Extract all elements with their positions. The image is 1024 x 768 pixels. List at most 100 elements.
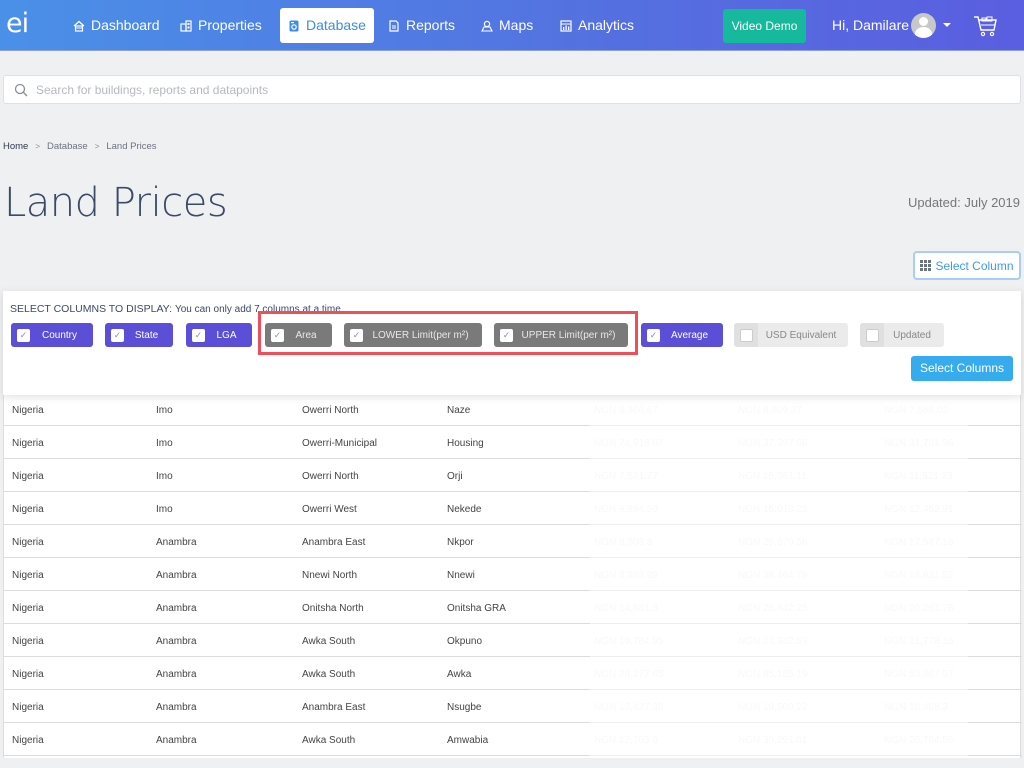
cart-icon[interactable] bbox=[972, 13, 998, 39]
nav-analytics[interactable]: Analytics bbox=[552, 8, 642, 43]
column-chip-state[interactable]: ✓ State bbox=[105, 323, 173, 347]
cell-average: NGN 20,764.56 bbox=[884, 735, 954, 746]
chip-label: Average bbox=[670, 329, 709, 341]
table-row[interactable]: Nigeria Imo Owerri West Nekede NGN 9,894.59 N… bbox=[4, 492, 1022, 525]
checkbox-wrapper bbox=[734, 323, 758, 347]
breadcrumb: Home > Database > Land Prices bbox=[3, 141, 157, 152]
cell-average: NGN 16,468.3 bbox=[884, 702, 948, 713]
column-chip-average[interactable]: ✓ Average bbox=[641, 323, 723, 347]
nav-reports[interactable]: Reports bbox=[380, 8, 463, 43]
user-greeting[interactable]: Hi, Damilare bbox=[832, 17, 909, 33]
chip-label: LGA bbox=[216, 329, 237, 341]
cell-country: Nigeria bbox=[12, 471, 44, 482]
cell-upper-limit: NGN 37,397.66 bbox=[738, 438, 808, 449]
checkbox-wrapper bbox=[860, 323, 884, 347]
nav-reports-label: Reports bbox=[406, 17, 456, 33]
checkbox-checked-icon[interactable]: ✓ bbox=[17, 328, 30, 342]
video-demo-button[interactable]: Video Demo bbox=[723, 9, 806, 43]
cell-state: Imo bbox=[156, 438, 173, 449]
cell-country: Nigeria bbox=[12, 735, 44, 746]
checkbox-checked-icon[interactable]: ✓ bbox=[350, 328, 363, 342]
checkbox-checked-icon[interactable]: ✓ bbox=[500, 328, 513, 342]
cell-country: Nigeria bbox=[12, 603, 44, 614]
column-chip-area[interactable]: ✓ Area bbox=[265, 323, 332, 347]
land-prices-table: Nigeria Imo Owerri North Naze NGN 6,366.67 NG… bbox=[3, 393, 1022, 758]
cell-area: Onitsha GRA bbox=[447, 603, 506, 614]
checkbox-checked-icon[interactable]: ✓ bbox=[647, 328, 660, 342]
chevron-down-icon[interactable] bbox=[943, 23, 951, 27]
cell-upper-limit: NGN 30,291.01 bbox=[738, 735, 808, 746]
column-chip-lower-limit[interactable]: ✓ LOWER Limit(per m²) bbox=[344, 323, 482, 347]
checkbox-unchecked-icon[interactable] bbox=[739, 328, 753, 342]
home-icon bbox=[73, 20, 85, 32]
checkbox-unchecked-icon[interactable] bbox=[865, 328, 879, 342]
chip-label: Country bbox=[41, 329, 77, 341]
table-row[interactable]: Nigeria Anambra Awka South Awka NGN 28,277.6… bbox=[4, 657, 1022, 690]
avatar[interactable] bbox=[911, 13, 936, 38]
cell-state: Imo bbox=[156, 405, 173, 416]
column-selector-panel: SELECT COLUMNS TO DISPLAY: You can only … bbox=[3, 291, 1021, 395]
cell-average: NGN 31,701.96 bbox=[884, 438, 954, 449]
cell-average: NGN 53,667.97 bbox=[884, 669, 954, 680]
table-row[interactable]: Nigeria Imo Owerri North Naze NGN 6,366.67 NG… bbox=[4, 393, 1022, 426]
checkbox-checked-icon[interactable]: ✓ bbox=[271, 328, 284, 342]
select-column-label: Select Column bbox=[935, 258, 1014, 273]
database-icon bbox=[288, 20, 300, 32]
chip-label: Area bbox=[295, 329, 317, 341]
select-columns-submit-button[interactable]: Select Columns bbox=[911, 356, 1013, 381]
cell-lower-limit: NGN 9,894.59 bbox=[594, 504, 658, 515]
chip-label: UPPER Limit(per m²) bbox=[521, 329, 616, 341]
cell-country: Nigeria bbox=[12, 537, 44, 548]
cell-upper-limit: NGN 26,670.56 bbox=[738, 537, 808, 548]
document-icon bbox=[388, 19, 400, 32]
table-row[interactable]: Nigeria Anambra Anambra East Nsugbe NGN 13,4… bbox=[4, 690, 1022, 723]
checkbox-checked-icon[interactable]: ✓ bbox=[192, 328, 205, 342]
table-row[interactable]: Nigeria Anambra Awka South Amwabia NGN 12,70… bbox=[4, 723, 1022, 756]
nav-maps-label: Maps bbox=[499, 17, 534, 33]
search-input[interactable] bbox=[36, 80, 936, 100]
cell-country: Nigeria bbox=[12, 669, 44, 680]
cell-lower-limit: NGN 6,983.99 bbox=[594, 570, 658, 581]
column-chip-updated[interactable]: Updated bbox=[860, 323, 944, 347]
nav-database[interactable]: Database bbox=[280, 8, 374, 43]
breadcrumb-database[interactable]: Database bbox=[47, 141, 88, 152]
cell-lga: Awka South bbox=[302, 669, 356, 680]
select-column-button[interactable]: Select Column bbox=[913, 251, 1021, 280]
chip-label: USD Equivalent bbox=[765, 329, 837, 341]
cell-lga: Awka South bbox=[302, 735, 356, 746]
breadcrumb-separator: > bbox=[35, 142, 41, 151]
cell-upper-limit: NGN 15,361.11 bbox=[738, 471, 807, 482]
column-chip-usd-equivalent[interactable]: USD Equivalent bbox=[734, 323, 848, 347]
cell-lga: Awka South bbox=[302, 636, 356, 647]
cell-lower-limit: NGN 19,784.95 bbox=[594, 636, 664, 647]
nav-dashboard[interactable]: Dashboard bbox=[65, 8, 168, 43]
breadcrumb-separator: > bbox=[94, 142, 100, 151]
nav-maps[interactable]: Maps bbox=[473, 8, 541, 43]
nav-properties[interactable]: Properties bbox=[172, 8, 270, 43]
column-chip-upper-limit[interactable]: ✓ UPPER Limit(per m²) bbox=[494, 323, 628, 347]
cell-upper-limit: NGN 85,185.19 bbox=[738, 669, 808, 680]
table-row[interactable]: Nigeria Anambra Awka South Okpuno NGN 19,784… bbox=[4, 624, 1022, 657]
grid-icon bbox=[920, 260, 932, 271]
logo[interactable]: ei bbox=[6, 8, 29, 39]
cell-lower-limit: NGN 24,918.67 bbox=[594, 438, 664, 449]
cell-upper-limit: NGN 25,642.25 bbox=[738, 603, 808, 614]
cell-lga: Owerri North bbox=[302, 405, 359, 416]
cell-country: Nigeria bbox=[12, 405, 44, 416]
cell-area: Housing bbox=[447, 438, 484, 449]
cell-state: Anambra bbox=[156, 669, 197, 680]
avatar-body bbox=[915, 27, 932, 38]
top-navbar: ei Dashboard Properties Database Reports… bbox=[0, 0, 1024, 51]
table-row[interactable]: Nigeria Imo Owerri North Orji NGN 7,521.77 NG… bbox=[4, 459, 1022, 492]
table-row[interactable]: Nigeria Imo Owerri-Municipal Housing NGN 24,… bbox=[4, 426, 1022, 459]
breadcrumb-home[interactable]: Home bbox=[3, 141, 28, 152]
column-chip-lga[interactable]: ✓ LGA bbox=[186, 323, 252, 347]
chip-label: Updated bbox=[893, 329, 931, 341]
table-row[interactable]: Nigeria Anambra Onitsha North Onitsha GRA NG… bbox=[4, 591, 1022, 624]
table-row[interactable]: Nigeria Anambra Nnewi North Nnewi NGN 6,983.… bbox=[4, 558, 1022, 591]
checkbox-checked-icon[interactable]: ✓ bbox=[111, 328, 124, 342]
column-chip-country[interactable]: ✓ Country bbox=[11, 323, 93, 347]
cell-state: Anambra bbox=[156, 570, 197, 581]
table-row[interactable]: Nigeria Anambra Anambra East Nkpor NGN 8,503… bbox=[4, 525, 1022, 558]
cell-state: Anambra bbox=[156, 702, 197, 713]
